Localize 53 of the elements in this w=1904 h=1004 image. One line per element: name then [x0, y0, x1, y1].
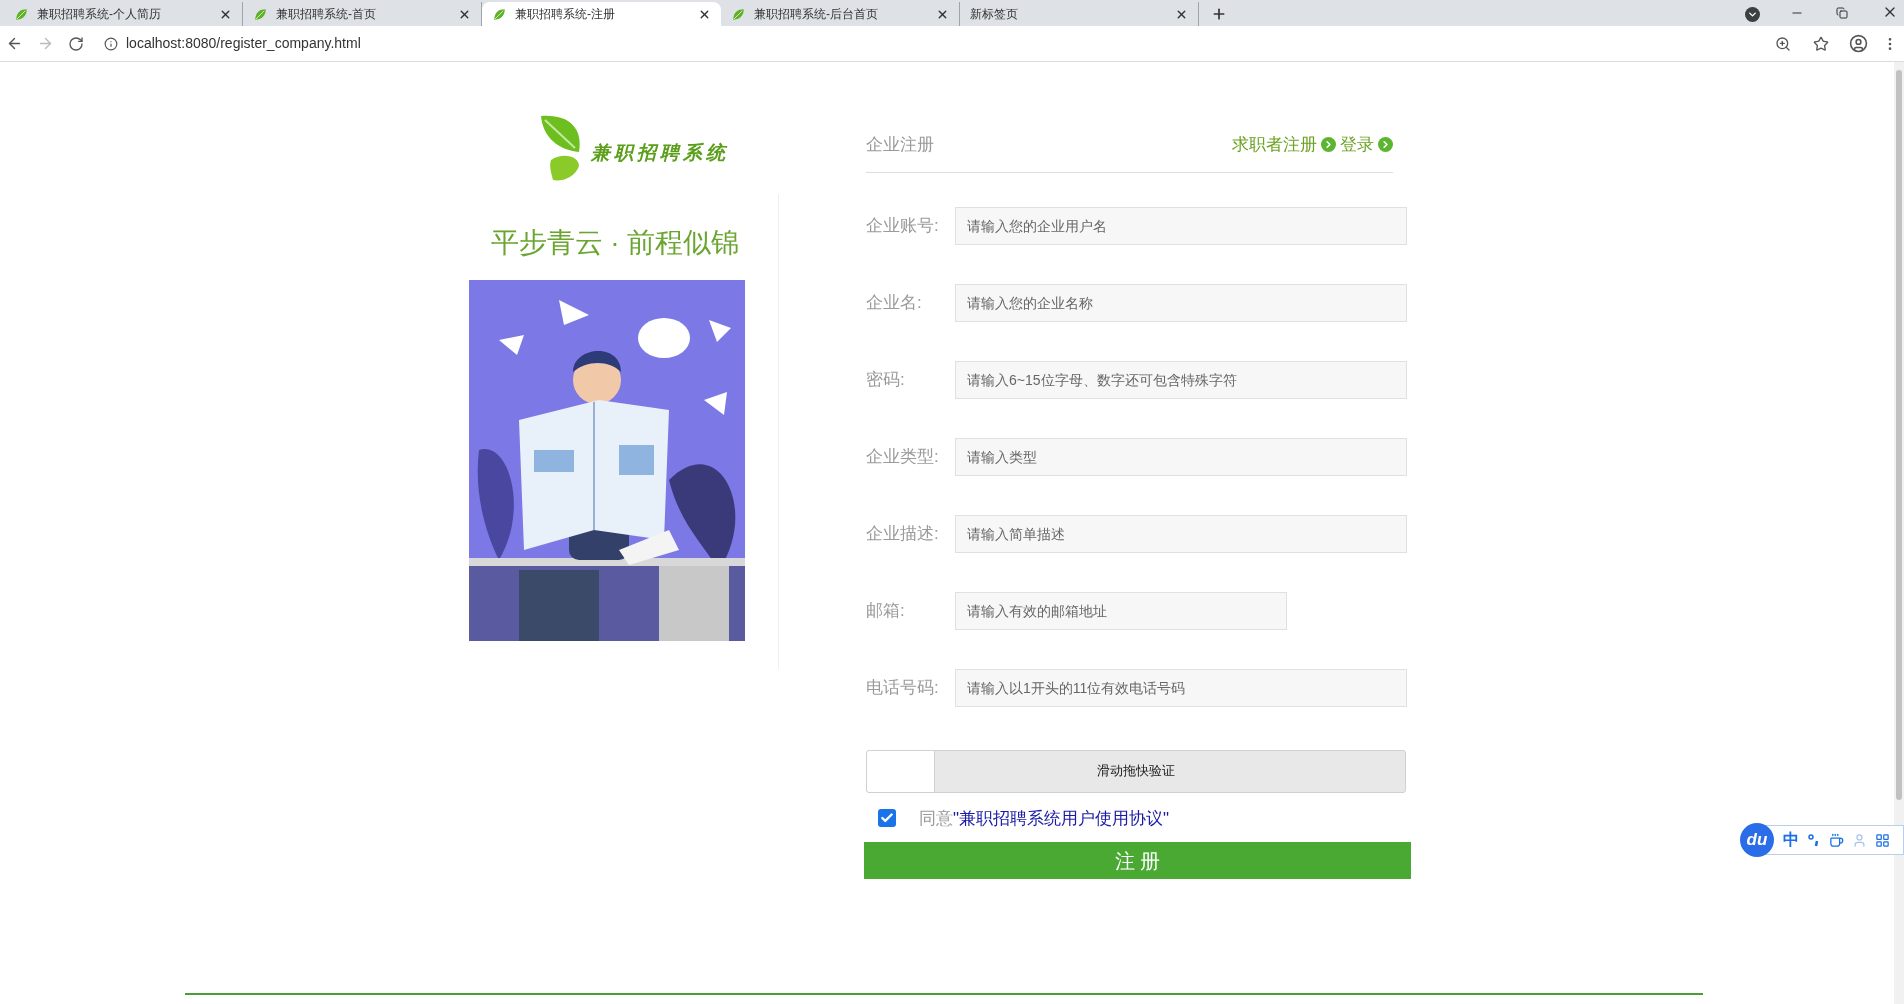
favicon-icon [731, 6, 746, 22]
cup-icon[interactable] [1829, 832, 1844, 848]
url-text: localhost:8080/register_company.html [126, 34, 361, 53]
logo-text: 兼职招聘系统 [591, 139, 729, 165]
slider-captcha[interactable]: 滑动拖快验证 [866, 749, 1406, 793]
slogan: 平步青云 · 前程似锦 [490, 226, 740, 260]
agree-checkbox[interactable] [878, 809, 896, 828]
zoom-icon[interactable] [1775, 35, 1791, 52]
input-field[interactable]: 请输入您的企业名称 [955, 283, 1407, 322]
ime-mode[interactable]: 中 [1783, 828, 1799, 852]
favicon-icon [492, 6, 507, 22]
bookmark-star-icon[interactable] [1813, 35, 1829, 52]
grid-icon[interactable] [1875, 832, 1890, 848]
browser-tab[interactable]: 兼职招聘系统-注册 [482, 2, 721, 26]
input-field[interactable]: 请输入以1开头的11位有效电话号码 [955, 668, 1407, 707]
punctuation-icon[interactable] [1807, 833, 1821, 847]
tab-title: 新标签页 [970, 6, 1019, 23]
slider-handle[interactable] [867, 750, 935, 792]
input-field[interactable]: 请输入简单描述 [955, 514, 1407, 553]
field-label: 企业类型: [866, 445, 940, 468]
tab-title: 兼职招聘系统-注册 [515, 6, 616, 23]
tab-title: 兼职招聘系统-个人简历 [37, 6, 162, 23]
favicon-icon [14, 6, 29, 22]
input-field[interactable]: 请输入类型 [955, 437, 1407, 476]
ime-logo[interactable]: du [1740, 823, 1774, 857]
browser-tab[interactable]: 兼职招聘系统-后台首页 [721, 2, 960, 26]
tab-search-icon[interactable] [1745, 7, 1760, 22]
tab-title: 兼职招聘系统-首页 [276, 6, 377, 23]
info-icon[interactable] [104, 36, 118, 51]
field-label: 企业描述: [866, 522, 940, 545]
favicon-icon [253, 6, 268, 22]
back-icon[interactable] [6, 35, 23, 52]
browser-tab[interactable]: 兼职招聘系统-个人简历 [4, 2, 243, 26]
input-field[interactable]: 请输入您的企业用户名 [955, 206, 1407, 245]
address-bar[interactable]: localhost:8080/register_company.html [98, 29, 1835, 58]
agreement-link[interactable]: "兼职招聘系统用户使用协议" [953, 805, 1170, 831]
page-title: 企业注册 [866, 134, 934, 156]
new-tab-icon[interactable] [1211, 6, 1227, 22]
tab-title: 兼职招聘系统-后台首页 [754, 6, 879, 23]
input-field[interactable]: 请输入有效的邮箱地址 [955, 591, 1287, 630]
agreement-text: 同意 [919, 807, 953, 830]
field-label: 企业名: [866, 291, 923, 314]
browser-tab[interactable]: 新标签页 [960, 2, 1199, 26]
field-label: 邮箱: [866, 599, 906, 622]
scrollbar[interactable] [1894, 62, 1904, 1004]
field-label: 电话号码: [866, 676, 940, 699]
field-label: 密码: [866, 368, 906, 391]
restore-icon[interactable] [1836, 7, 1848, 19]
profile-icon[interactable] [1849, 34, 1868, 53]
reload-icon[interactable] [68, 35, 84, 52]
input-field[interactable]: 请输入6~15位字母、数字还可包含特殊字符 [955, 360, 1407, 399]
field-label: 企业账号: [866, 214, 940, 237]
slider-text: 滑动拖快验证 [1097, 762, 1175, 781]
